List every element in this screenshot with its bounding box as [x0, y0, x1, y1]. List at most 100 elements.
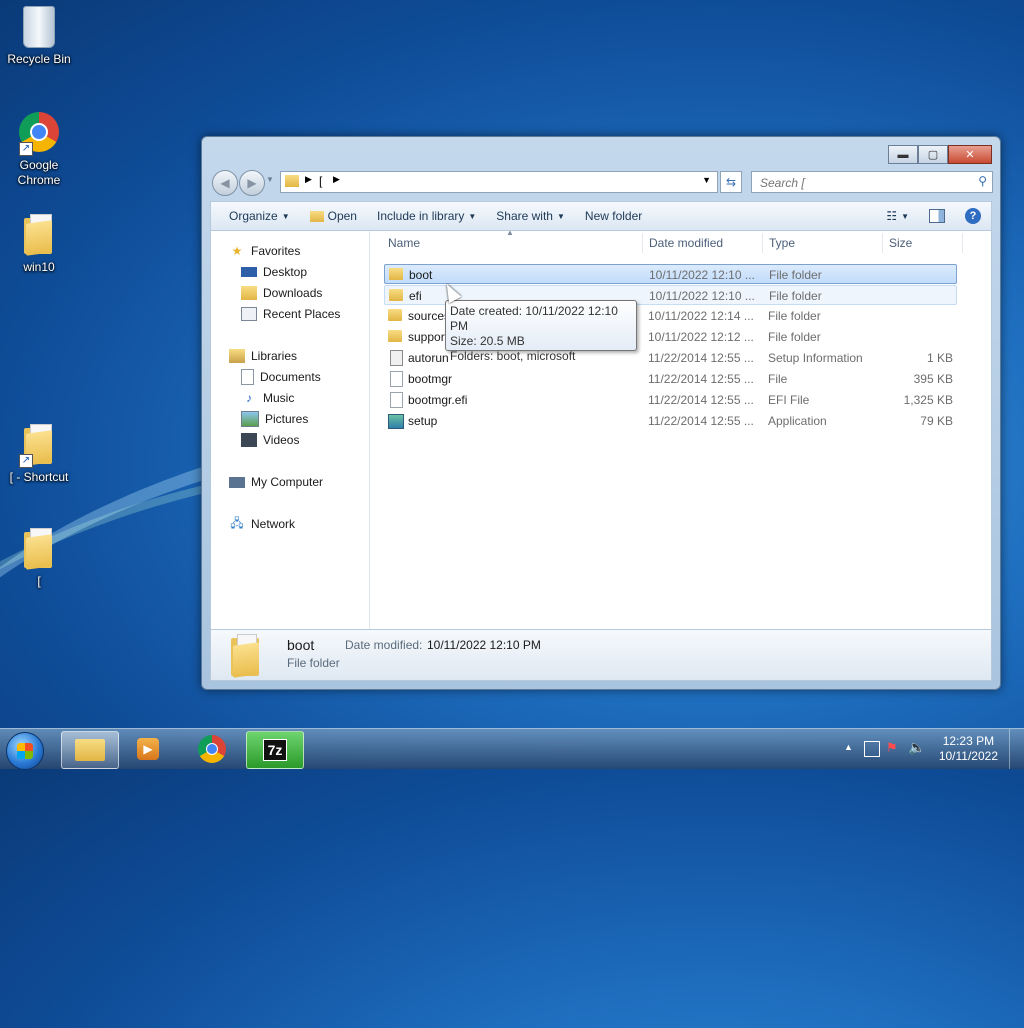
documents-icon	[241, 369, 254, 385]
recent-places-icon	[241, 307, 257, 321]
nav-recent-places[interactable]: Recent Places	[241, 304, 340, 324]
start-button[interactable]	[6, 732, 44, 770]
network-icon: 🖧	[230, 515, 244, 530]
desktop-icon-shortcut[interactable]: ↗ [ - Shortcut	[1, 424, 77, 484]
volume-icon[interactable]: 🔈	[908, 739, 925, 756]
tooltip-line: Folders: boot, microsoft	[450, 349, 576, 363]
shortcut-arrow-icon: ↗	[19, 454, 33, 468]
new-folder-button[interactable]: New folder	[575, 209, 652, 223]
desktop-icon-win10[interactable]: win10	[1, 214, 77, 274]
address-row: ◀ ▶ ▼ ▶ [ ▶ ▼ ⇆ ⚲	[210, 169, 993, 196]
column-size[interactable]: Size	[889, 236, 912, 250]
details-pane: boot Date modified: 10/11/2022 12:10 PM …	[210, 629, 992, 681]
column-separator[interactable]	[642, 233, 643, 253]
taskbar-media-player-button[interactable]: ▶	[120, 731, 176, 767]
details-date-label: Date modified:	[345, 638, 423, 652]
explorer-window: ▬ ▢ ✕ ◀ ▶ ▼ ▶ [ ▶ ▼ ⇆ ⚲ Organize▼ Open I…	[201, 136, 1001, 690]
nav-music[interactable]: ♪ Music	[241, 388, 294, 408]
address-dropdown-icon[interactable]: ▼	[702, 175, 711, 185]
column-date-modified[interactable]: Date modified	[649, 236, 723, 250]
folder-icon	[388, 330, 402, 342]
column-type[interactable]: Type	[769, 236, 795, 250]
nav-my-computer[interactable]: My Computer	[229, 472, 323, 492]
folder-icon	[389, 289, 403, 301]
breadcrumb-segment[interactable]: [	[319, 174, 322, 188]
back-button[interactable]: ◀	[212, 170, 238, 196]
star-icon: ★	[231, 244, 243, 258]
recent-pages-dropdown[interactable]: ▼	[266, 175, 274, 184]
clock-date: 10/11/2022	[938, 749, 998, 763]
breadcrumb-arrow-icon[interactable]: ▶	[305, 174, 312, 185]
show-hidden-icons-button[interactable]: ▲	[844, 742, 853, 752]
column-separator[interactable]	[762, 233, 763, 253]
forward-button[interactable]: ▶	[239, 170, 265, 196]
open-button[interactable]: Open	[300, 209, 367, 223]
file-name: sources	[408, 309, 451, 323]
file-size: 79 KB	[920, 414, 953, 428]
file-row-setup[interactable]: setup 11/22/2014 12:55 ... Application 7…	[384, 411, 957, 431]
preview-pane-button[interactable]	[919, 209, 955, 223]
address-bar[interactable]: ▶ [ ▶ ▼	[280, 171, 718, 193]
file-size: 395 KB	[913, 372, 953, 386]
change-view-button[interactable]: ☷ ▼	[876, 209, 919, 223]
taskbar-explorer-button[interactable]	[61, 731, 119, 769]
nav-desktop[interactable]: Desktop	[241, 262, 307, 282]
column-separator[interactable]	[882, 233, 883, 253]
desktop-icon-label: Recycle Bin	[7, 52, 71, 66]
nav-videos[interactable]: Videos	[241, 430, 299, 450]
close-button[interactable]: ✕	[948, 145, 992, 164]
nav-label: Documents	[260, 370, 321, 384]
folder-tooltip: Date created: 10/11/2022 12:10 PM Size: …	[445, 300, 637, 363]
desktop-icon-label: [ - Shortcut	[9, 470, 69, 484]
show-desktop-button[interactable]	[1009, 729, 1024, 769]
windows-logo-icon	[17, 743, 33, 759]
file-name: boot	[409, 268, 433, 282]
desktop-icon-recycle-bin[interactable]: Recycle Bin	[1, 6, 77, 66]
desktop-icon-google-chrome[interactable]: ↗ Google Chrome	[1, 112, 77, 188]
nav-label: Libraries	[251, 349, 298, 363]
command-bar: Organize ▼ Open Include in library ▼ Share…	[210, 201, 992, 230]
column-headers: Name ▲ Date modified Type Size	[370, 228, 991, 255]
details-type: File folder	[287, 656, 340, 670]
refresh-button[interactable]: ⇆	[720, 171, 742, 193]
media-player-icon: ▶	[137, 738, 159, 760]
nav-network[interactable]: 🖧 Network	[229, 514, 295, 534]
shortcut-arrow-icon: ↗	[19, 142, 33, 156]
file-name: setup	[408, 414, 438, 428]
file-row-bootmgr-efi[interactable]: bootmgr.efi 11/22/2014 12:55 ... EFI Fil…	[384, 390, 957, 410]
include-in-library-button[interactable]: Include in library ▼	[367, 209, 486, 223]
share-with-button[interactable]: Share with ▼	[486, 209, 575, 223]
breadcrumb-arrow-icon[interactable]: ▶	[333, 174, 340, 185]
file-type: Application	[768, 414, 827, 428]
column-separator[interactable]	[962, 233, 963, 253]
network-tray-icon[interactable]	[864, 741, 880, 757]
file-type: File folder	[768, 330, 821, 344]
action-center-flag-icon[interactable]: ⚑	[886, 740, 898, 756]
file-date: 10/11/2022 12:14 ...	[648, 309, 754, 323]
minimize-button[interactable]: ▬	[888, 145, 918, 164]
maximize-button[interactable]: ▢	[918, 145, 948, 164]
taskbar-7zip-button[interactable]: 7z	[246, 731, 304, 769]
search-input[interactable]	[758, 175, 972, 191]
nav-label: Network	[251, 517, 296, 531]
nav-documents[interactable]: Documents	[241, 367, 321, 387]
organize-button[interactable]: Organize ▼	[211, 209, 300, 223]
desktop-icon-bracket-folder[interactable]: [	[1, 528, 77, 588]
file-date: 11/22/2014 12:55 ...	[648, 351, 754, 365]
7zip-icon: 7z	[262, 739, 288, 761]
nav-libraries[interactable]: Libraries	[229, 346, 297, 366]
clock[interactable]: 12:23 PM 10/11/2022	[939, 734, 998, 764]
nav-pictures[interactable]: Pictures	[241, 409, 308, 429]
folder-icon	[389, 268, 403, 280]
taskbar: ▶ 7z ▲ ⚑ 🔈 12:23 PM 10/11/2022	[0, 728, 1024, 770]
desktop-icon-label: Google Chrome	[17, 158, 61, 187]
column-name[interactable]: Name	[388, 236, 420, 250]
dropdown-caret-icon: ▼	[556, 211, 565, 221]
nav-downloads[interactable]: Downloads	[241, 283, 322, 303]
file-row-bootmgr[interactable]: bootmgr 11/22/2014 12:55 ... File 395 KB	[384, 369, 957, 389]
help-button[interactable]: ?	[955, 208, 991, 224]
taskbar-chrome-button[interactable]	[184, 731, 240, 767]
search-icon[interactable]: ⚲	[978, 174, 987, 188]
nav-favorites[interactable]: ★ Favorites	[229, 241, 301, 261]
file-row-boot[interactable]: boot 10/11/2022 12:10 ... File folder	[384, 264, 957, 284]
